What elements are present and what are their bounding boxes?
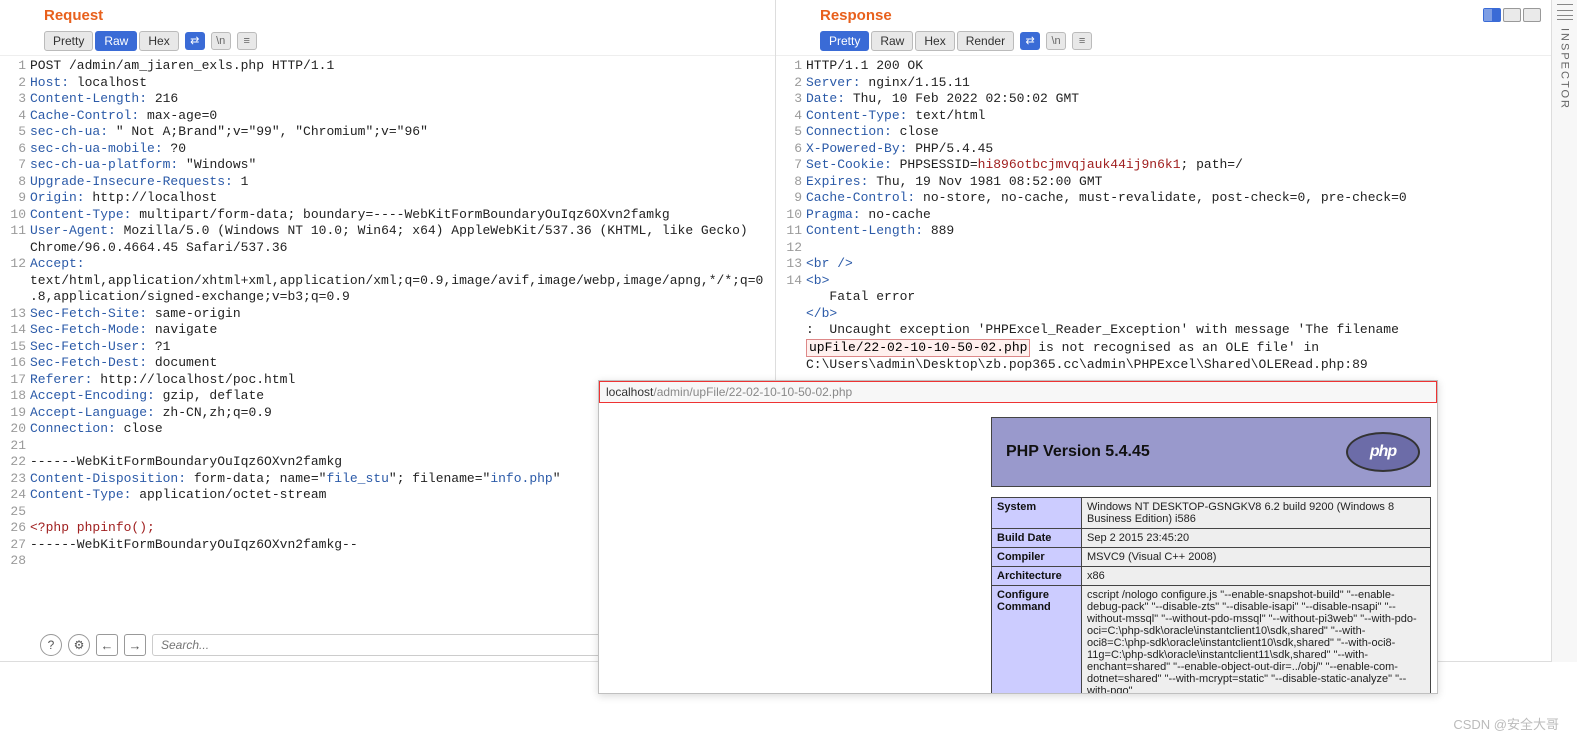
phpinfo-table: SystemWindows NT DESKTOP-GSNGKV8 6.2 bui…	[991, 497, 1431, 693]
tab-pretty[interactable]: Pretty	[820, 31, 869, 51]
tab-pretty[interactable]: Pretty	[44, 31, 93, 51]
tab-hex[interactable]: Hex	[139, 31, 178, 51]
php-version-title: PHP Version 5.4.45	[1006, 443, 1150, 461]
layout-switcher	[1483, 8, 1541, 22]
wrap-icon[interactable]: ⇄	[185, 32, 205, 50]
newline-icon[interactable]: \n	[1046, 32, 1066, 50]
wrap-icon[interactable]: ⇄	[1020, 32, 1040, 50]
next-button[interactable]: →	[124, 634, 146, 656]
prev-button[interactable]: ←	[96, 634, 118, 656]
tab-raw[interactable]: Raw	[871, 31, 913, 51]
menu-icon[interactable]: ≡	[1072, 32, 1092, 50]
request-view-toolbar: Pretty Raw Hex ⇄ \n ≡	[0, 28, 775, 56]
layout-stack-icon[interactable]	[1503, 8, 1521, 22]
inspector-icon	[1557, 4, 1573, 20]
popup-url-bar: localhost/admin/upFile/22-02-10-10-50-02…	[599, 381, 1437, 403]
newline-icon[interactable]: \n	[211, 32, 231, 50]
php-version-banner: PHP Version 5.4.45 php	[991, 417, 1431, 487]
response-view-toolbar: Pretty Raw Hex Render ⇄ \n ≡	[776, 28, 1551, 56]
settings-button[interactable]: ⚙	[68, 634, 90, 656]
tab-hex[interactable]: Hex	[915, 31, 954, 51]
php-logo: php	[1346, 432, 1420, 472]
watermark: CSDN @安全大哥	[1453, 714, 1559, 733]
tab-render[interactable]: Render	[957, 31, 1014, 51]
layout-split-icon[interactable]	[1483, 8, 1501, 22]
request-title: Request	[44, 7, 103, 24]
menu-icon[interactable]: ≡	[237, 32, 257, 50]
layout-single-icon[interactable]	[1523, 8, 1541, 22]
response-title: Response	[820, 7, 892, 24]
tab-raw[interactable]: Raw	[95, 31, 137, 51]
inspector-label: INSPECTOR	[1559, 28, 1571, 110]
inspector-sidebar[interactable]: INSPECTOR	[1551, 0, 1577, 662]
url-path: /admin/upFile/22-02-10-10-50-02.php	[653, 385, 852, 399]
url-host: localhost	[606, 385, 653, 399]
help-button[interactable]: ?	[40, 634, 62, 656]
phpinfo-popup: localhost/admin/upFile/22-02-10-10-50-02…	[598, 380, 1438, 694]
